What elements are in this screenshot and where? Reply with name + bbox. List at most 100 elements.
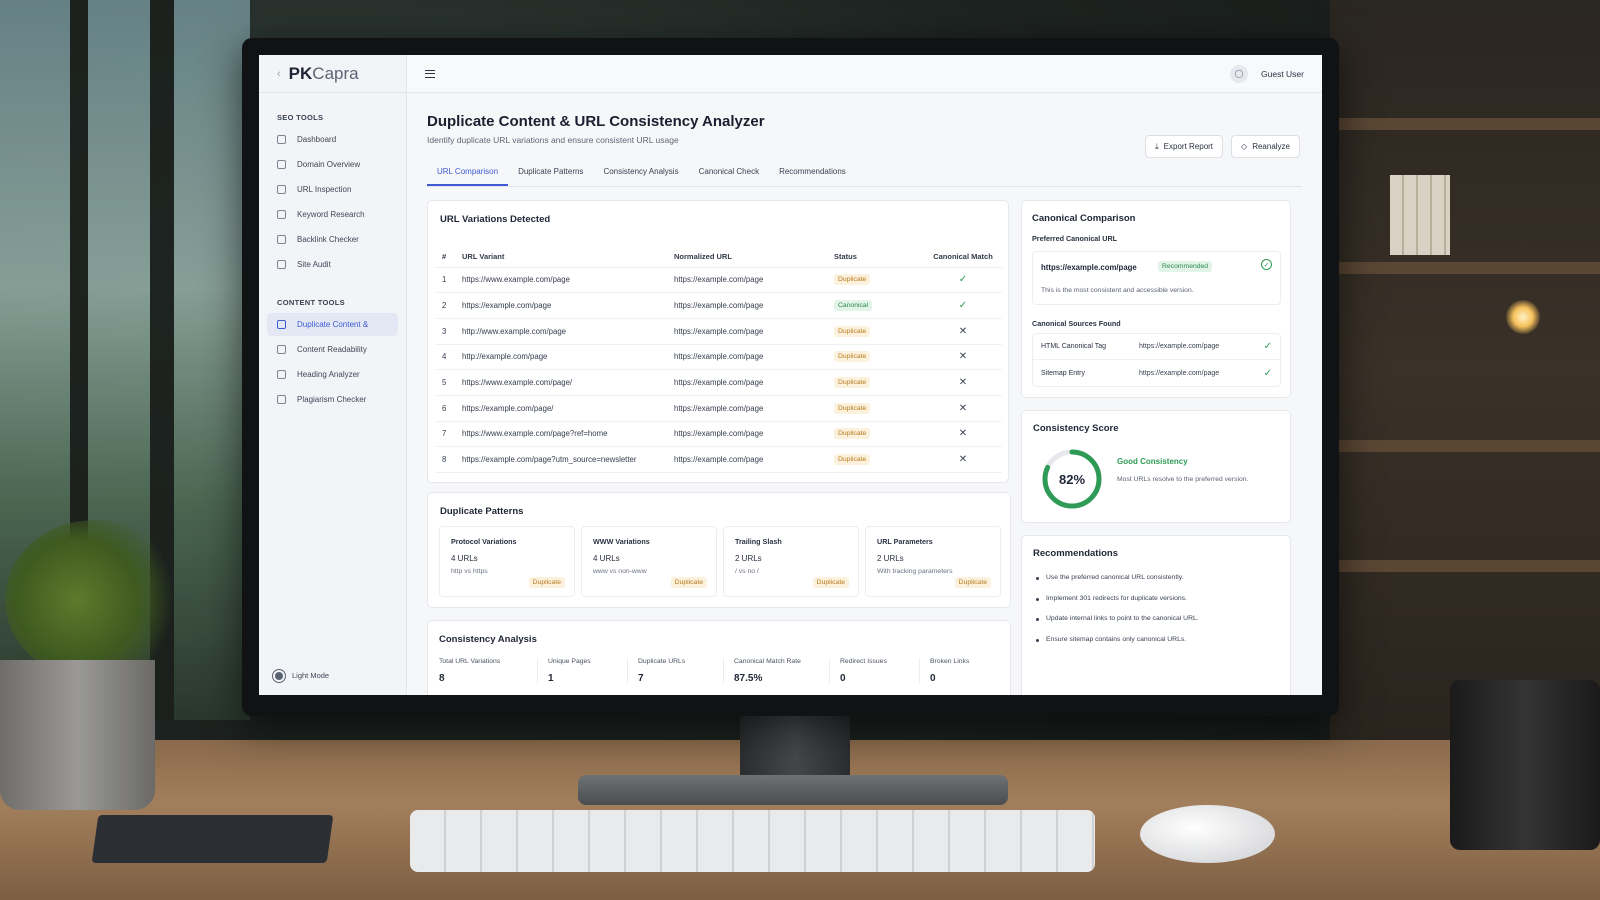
url-variant[interactable]: https://example.com/page?utm_source=news… [462,446,674,473]
sidebar-item-domain-overview[interactable]: Domain Overview [267,153,398,176]
recommendations-list: Use the preferred canonical URL consiste… [1036,574,1199,656]
brand-logo[interactable]: ‹ PK Capra [259,55,406,93]
table-row[interactable]: 5 https://www.example.com/page/https://ex… [436,369,1002,396]
normalized-url: https://example.com/page [674,421,834,448]
check-icon: ✓ [958,274,968,286]
consistency-analysis-card: Consistency Analysis Total URL Variation… [427,620,1011,695]
sidebar-item-label: Plagiarism Checker [297,395,367,404]
recommendation-item: Implement 301 redirects for duplicate ve… [1036,595,1199,616]
sidebar-item-dashboard[interactable]: Dashboard [267,128,398,151]
status-cell: Duplicate [834,344,924,371]
menu-icon[interactable] [425,69,435,78]
status-cell: Duplicate [834,421,924,448]
sidebar-item-url-inspection[interactable]: URL Inspection [267,178,398,201]
canonical-sources-label: Canonical Sources Found [1032,319,1121,328]
pattern-card[interactable]: Trailing Slash 2 URLs / vs no / Duplicate [723,526,859,597]
source-url[interactable]: https://example.com/page [1139,343,1264,350]
tab-consistency-analysis[interactable]: Consistency Analysis [593,159,688,186]
normalized-url: https://example.com/page [674,369,834,396]
table-row[interactable]: 2 https://example.com/page https://example… [436,292,1002,319]
row-number: 8 [436,446,462,473]
brand-capra: Capra [312,63,359,83]
column-header: Normalized URL [674,247,834,268]
reanalyze-button[interactable]: ◇ Reanalyze [1231,135,1300,158]
score-status: Good Consistency [1117,457,1188,466]
sidebar-section-content: CONTENT TOOLS [277,298,345,307]
tab-recommendations[interactable]: Recommendations [769,159,856,186]
pattern-count: 2 URLs [735,554,762,563]
canonical-source-row: HTML Canonical Tag https://example.com/pa… [1033,334,1280,360]
x-icon: ✕ [958,428,968,440]
sidebar-item-label: Content Readability [297,345,367,354]
sidebar-item-content-readability[interactable]: Content Readability [267,338,398,361]
export-report-button[interactable]: ⤓ Export Report [1145,135,1224,158]
keyboard [410,810,1095,872]
metric-value: 0 [930,673,936,684]
preferred-canonical-box: https://example.com/page Recommended ✓ T… [1032,251,1281,305]
canonical-match-cell: ✕ [924,395,1002,422]
url-variant[interactable]: https://www.example.com/page/ [462,369,674,396]
mug [1450,680,1600,850]
x-icon: ✕ [958,454,968,466]
url-variant[interactable]: https://example.com/page/ [462,395,674,422]
metric-label: Canonical Match Rate [734,658,801,665]
consistency-score-title: Consistency Score [1033,423,1119,434]
source-name: HTML Canonical Tag [1041,343,1106,350]
light-mode-toggle[interactable]: Light Mode [275,671,329,680]
status-badge: Duplicate [812,577,849,588]
sidebar-item-plagiarism-checker[interactable]: Plagiarism Checker [267,388,398,411]
tab-duplicate-patterns[interactable]: Duplicate Patterns [508,159,593,186]
normalized-url: https://example.com/page [674,395,834,422]
url-variations-table: # URL Variant Normalized URL Status Canonica… [436,247,1002,473]
table-row[interactable]: 3 http://www.example.com/page https://exam… [436,318,1002,345]
canonical-match-cell: ✓ [924,292,1002,319]
url-variant[interactable]: https://www.example.com/page [462,267,674,294]
table-row[interactable]: 1 https://www.example.com/page https://exa… [436,267,1002,294]
canonical-comparison-card: Canonical Comparison Preferred Canonical… [1021,200,1291,398]
sidebar-item-heading-analyzer[interactable]: Heading Analyzer [267,363,398,386]
check-icon: ✓ [1263,367,1272,379]
user-menu[interactable]: ◯ Guest User [1230,64,1304,83]
canonical-sources-list: HTML Canonical Tag https://example.com/pa… [1032,333,1281,387]
chevron-left-icon[interactable]: ‹ [277,68,281,80]
pattern-card[interactable]: WWW Variations 4 URLs www vs non-www Duplic… [581,526,717,597]
table-row[interactable]: 6 https://example.com/page/https://exampl… [436,395,1002,422]
normalized-url: https://example.com/page [674,267,834,294]
source-url[interactable]: https://example.com/page [1139,370,1264,377]
url-variant[interactable]: http://example.com/page [462,344,674,371]
tab-url-comparison[interactable]: URL Comparison [427,159,509,186]
status-badge: Duplicate [954,577,991,588]
export-label: Export Report [1163,142,1214,151]
pattern-card[interactable]: Protocol Variations 4 URLs http vs https Du… [439,526,575,597]
page-actions: ⤓ Export Report ◇ Reanalyze [1145,135,1300,158]
sidebar-item-site-audit[interactable]: Site Audit [267,253,398,276]
url-variant[interactable]: https://www.example.com/page?ref=home [462,421,674,448]
url-variant[interactable]: http://www.example.com/page [462,318,674,345]
sidebar-item-duplicate-content[interactable]: Duplicate Content & [267,313,398,336]
tab-canonical-check[interactable]: Canonical Check [689,159,769,186]
recommendations-title: Recommendations [1033,548,1118,559]
table-row[interactable]: 4 http://example.com/page https://example.… [436,344,1002,371]
pattern-card[interactable]: URL Parameters 2 URLs With tracking parame… [865,526,1001,597]
metric-broken-links: Broken Links 0 [919,658,989,684]
sidebar-item-backlink-checker[interactable]: Backlink Checker [267,228,398,251]
preferred-canonical-url[interactable]: https://example.com/page [1041,263,1137,272]
reanalyze-label: Reanalyze [1252,142,1290,151]
pattern-title: URL Parameters [877,537,933,546]
x-icon: ✕ [958,351,968,363]
sidebar-item-keyword-research[interactable]: Keyword Research [267,203,398,226]
check-circle-icon: ✓ [1261,259,1272,270]
table-row[interactable]: 7 https://www.example.com/page?ref=home ht… [436,421,1002,448]
plant-pot [0,660,155,810]
canonical-match-cell: ✓ [924,267,1002,294]
row-number: 5 [436,369,462,396]
metric-value: 1 [548,673,554,684]
column-header: # [436,247,462,268]
url-variant[interactable]: https://example.com/page [462,292,674,319]
user-icon: ◯ [1230,64,1248,83]
books-decor [1390,175,1450,255]
pattern-description: With tracking parameters [877,568,953,575]
background-shelves [1330,0,1600,740]
table-row[interactable]: 8 https://example.com/page?utm_source=new… [436,446,1002,473]
pattern-description: http vs https [451,568,488,575]
